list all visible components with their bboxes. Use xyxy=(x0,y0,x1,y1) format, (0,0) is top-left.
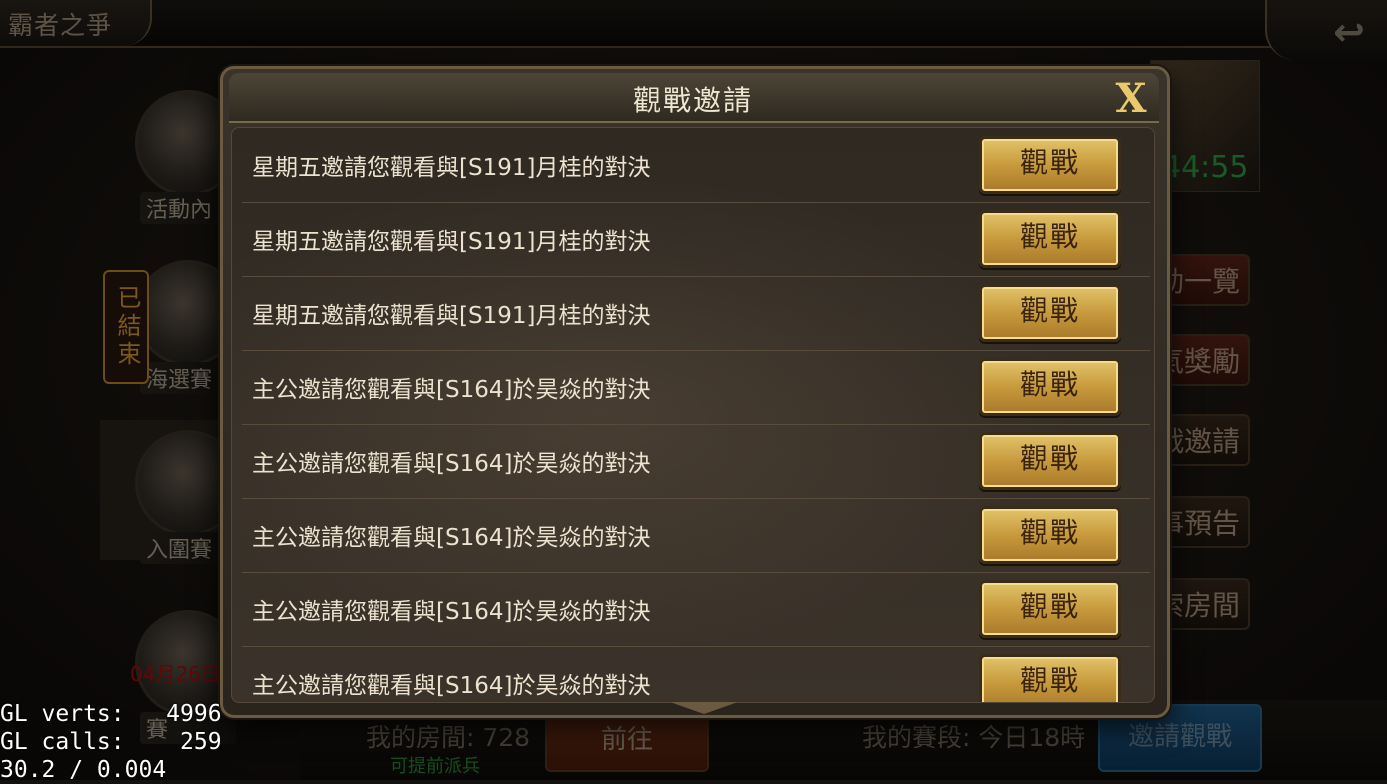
list-item: 主公邀請您觀看與[S164]於昊焱的對決 觀戰 xyxy=(242,498,1150,573)
invite-text: 星期五邀請您觀看與[S191]月桂的對決 xyxy=(252,155,651,181)
dialog-title: 觀戰邀請 xyxy=(632,84,753,117)
invite-text: 主公邀請您觀看與[S164]於昊焱的對決 xyxy=(252,673,651,699)
list-item: 主公邀請您觀看與[S164]於昊焱的對決 觀戰 xyxy=(242,424,1150,499)
debug-overlay: GL verts: 4996 GL calls: 259 30.2 / 0.004 xyxy=(0,700,222,784)
watch-button[interactable]: 觀戰 xyxy=(979,580,1121,638)
watch-button[interactable]: 觀戰 xyxy=(979,654,1121,702)
watch-button[interactable]: 觀戰 xyxy=(979,210,1121,268)
close-button[interactable]: X xyxy=(1101,77,1161,121)
watch-button[interactable]: 觀戰 xyxy=(979,284,1121,342)
list-item: 星期五邀請您觀看與[S191]月桂的對決 觀戰 xyxy=(242,276,1150,351)
invite-text: 主公邀請您觀看與[S164]於昊焱的對決 xyxy=(252,599,651,625)
invite-text: 星期五邀請您觀看與[S191]月桂的對決 xyxy=(252,229,651,255)
debug-line: GL calls: 259 xyxy=(0,729,222,755)
invite-text: 主公邀請您觀看與[S164]於昊焱的對決 xyxy=(252,377,651,403)
list-item: 星期五邀請您觀看與[S191]月桂的對決 觀戰 xyxy=(242,202,1150,277)
list-item: 主公邀請您觀看與[S164]於昊焱的對決 觀戰 xyxy=(242,350,1150,425)
watch-button[interactable]: 觀戰 xyxy=(979,506,1121,564)
list-item: 主公邀請您觀看與[S164]於昊焱的對決 觀戰 xyxy=(242,646,1150,702)
invite-text: 主公邀請您觀看與[S164]於昊焱的對決 xyxy=(252,451,651,477)
invite-text: 主公邀請您觀看與[S164]於昊焱的對決 xyxy=(252,525,651,551)
list-item: 星期五邀請您觀看與[S191]月桂的對決 觀戰 xyxy=(242,128,1150,203)
invite-text: 星期五邀請您觀看與[S191]月桂的對決 xyxy=(252,303,651,329)
watch-button[interactable]: 觀戰 xyxy=(979,358,1121,416)
invite-list[interactable]: 星期五邀請您觀看與[S191]月桂的對決 觀戰 星期五邀請您觀看與[S191]月… xyxy=(231,127,1155,703)
spectate-invite-dialog: 觀戰邀請 X 星期五邀請您觀看與[S191]月桂的對決 觀戰 星期五邀請您觀看與… xyxy=(220,66,1170,718)
watch-button[interactable]: 觀戰 xyxy=(979,432,1121,490)
dialog-pointer-arrow xyxy=(670,702,738,714)
list-item: 主公邀請您觀看與[S164]於昊焱的對決 觀戰 xyxy=(242,572,1150,647)
debug-line: GL verts: 4996 xyxy=(0,701,222,727)
watch-button[interactable]: 觀戰 xyxy=(979,136,1121,194)
